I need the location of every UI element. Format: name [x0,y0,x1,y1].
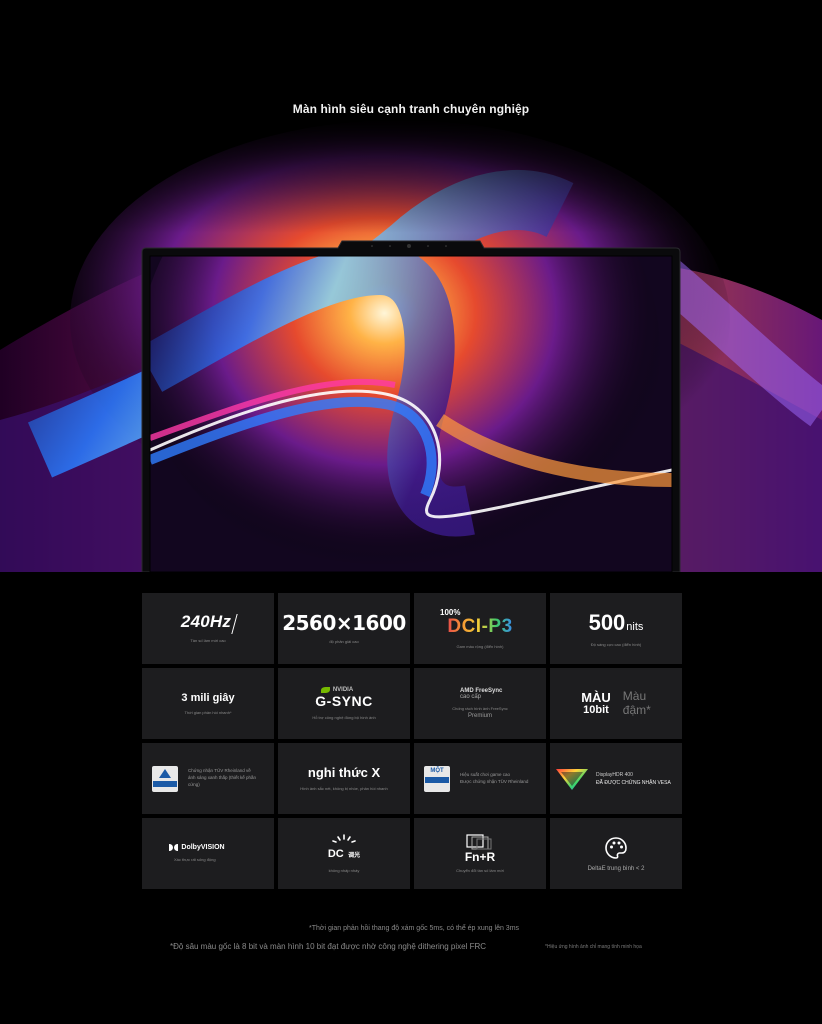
dolby-brand: DolbyVISION [181,844,225,852]
tile-fn-r: Fn+R Chuyển đổi tần số làm mới [414,818,546,889]
tile-resolution: 2560×1600 độ phân giải cao [278,593,410,664]
footnote-color-depth: *Độ sâu màu gốc là 8 bit và màn hình 10 … [170,942,487,951]
brightness-unit: nits [626,620,644,633]
motion-badge-label: MỘT [430,767,444,774]
dc-value: DC [327,847,344,860]
fnr-value: Fn+R [464,849,496,864]
footnote-illustration: *Hiệu ứng hình ảnh chỉ mang tính minh họ… [545,944,642,950]
gamut-value: DCI-P3 [447,615,513,637]
tuv-line1: Chứng nhận TÜV Rheinland về [188,768,251,774]
motion-line2: Được chứng nhận TÜV Rheinland [460,778,529,784]
hdr-line1: DisplayHDR 400 [596,771,633,778]
delta-e-value: DeltaE trung bình < 2 [587,865,645,872]
tile-dc-dimming: DC 调光 không nhấp nháy [278,818,410,889]
tile-x-mode: nghi thức X Hình ảnh sắc nét, không bị n… [278,743,410,814]
color-depth-alt1: Màu [622,689,647,704]
resolution-caption: độ phân giải cao [329,638,359,644]
fnr-screens-icon [466,834,492,850]
tuv-motion-badge-icon: MỘT [424,765,450,792]
response-caption: Thời gian phản hồi nhanh* [184,709,232,715]
refresh-rate-value: 240Hz [180,612,232,632]
hdr-line2: ĐÃ ĐƯỢC CHỨNG NHẬN VESA [596,779,671,786]
color-depth-alt2: đậm* [622,702,651,717]
dolby-icon [169,844,179,852]
tile-gsync: NVIDIA G-SYNC Hỗ trợ công nghệ đồng bộ h… [278,668,410,739]
tuv-badge-icon [152,765,178,792]
amd-tier: cao cấp [460,693,482,700]
tuv-line2: ánh sáng xanh thấp (thiết kế phần cứng) [188,775,257,787]
vesa-hdr-icon [556,768,588,790]
refresh-rate-caption: Tần số làm mới cao [190,638,226,644]
resolution-value: 2560×1600 [282,610,406,635]
tile-freesync: AMD FreeSync cao cấp Chống rách hình ảnh… [414,668,546,739]
gamut-caption: Gam màu rộng (điển hình) [456,643,504,649]
freesync-caption: Chống rách hình ảnh FreeSync [452,705,508,711]
response-value: 3 mili giây [181,691,235,704]
tile-dolby-vision: DolbyVISION Xác thực rất sống động [142,818,274,889]
brightness-value: 500 [588,609,626,635]
feature-grid: 240Hz Tần số làm mới cao 2560×1600 độ ph… [142,593,682,889]
tile-response-time: 3 mili giây Thời gian phản hồi nhanh* [142,668,274,739]
color-depth-bits: 10bit [583,703,609,716]
brightness-caption: Độ sáng cực cao (điển hình) [590,641,642,647]
x-mode-caption: Hình ảnh sắc nét, không bị nhòe, phản hồ… [300,786,388,792]
dc-caption: không nhấp nháy [328,867,360,873]
page-title: Màn hình siêu cạnh tranh chuyên nghiệp [292,102,530,116]
x-mode-value: nghi thức X [307,765,381,781]
gsync-value: G-SYNC [315,692,373,709]
laptop-webcam-icon [407,244,411,248]
gsync-caption: Hỗ trợ công nghệ đồng bộ hình ảnh [312,714,376,720]
footnote-response-time: *Thời gian phản hồi thang độ xám gốc 5ms… [308,925,520,932]
palette-icon [605,836,627,859]
tile-motion: MỘT Hiệu suất chơi game cao Được chứng n… [414,743,546,814]
tile-brightness: 500 nits Độ sáng cực cao (điển hình) [550,593,682,664]
tile-color-gamut: 100% DCI-P3 Gam màu rộng (điển hình) [414,593,546,664]
tile-color-depth: MÀU 10bit Màu đậm* [550,668,682,739]
tile-delta-e: DeltaE trung bình < 2 [550,818,682,889]
tile-refresh-rate: 240Hz Tần số làm mới cao [142,593,274,664]
dc-cn: 调光 [348,852,361,859]
tile-hdr: DisplayHDR 400 ĐÃ ĐƯỢC CHỨNG NHẬN VESA [550,743,682,814]
hero-image [0,120,822,572]
dolby-caption: Xác thực rất sống động [174,857,216,863]
freesync-premium: Premium [467,713,492,720]
fnr-caption: Chuyển đổi tần số làm mới [456,867,504,873]
laptop-display-illustration [0,120,822,572]
tile-tuv-low-blue: Chứng nhận TÜV Rheinland về ánh sáng xan… [142,743,274,814]
motion-line1: Hiệu suất chơi game cao [460,771,510,777]
color-depth-label: MÀU [581,689,611,705]
